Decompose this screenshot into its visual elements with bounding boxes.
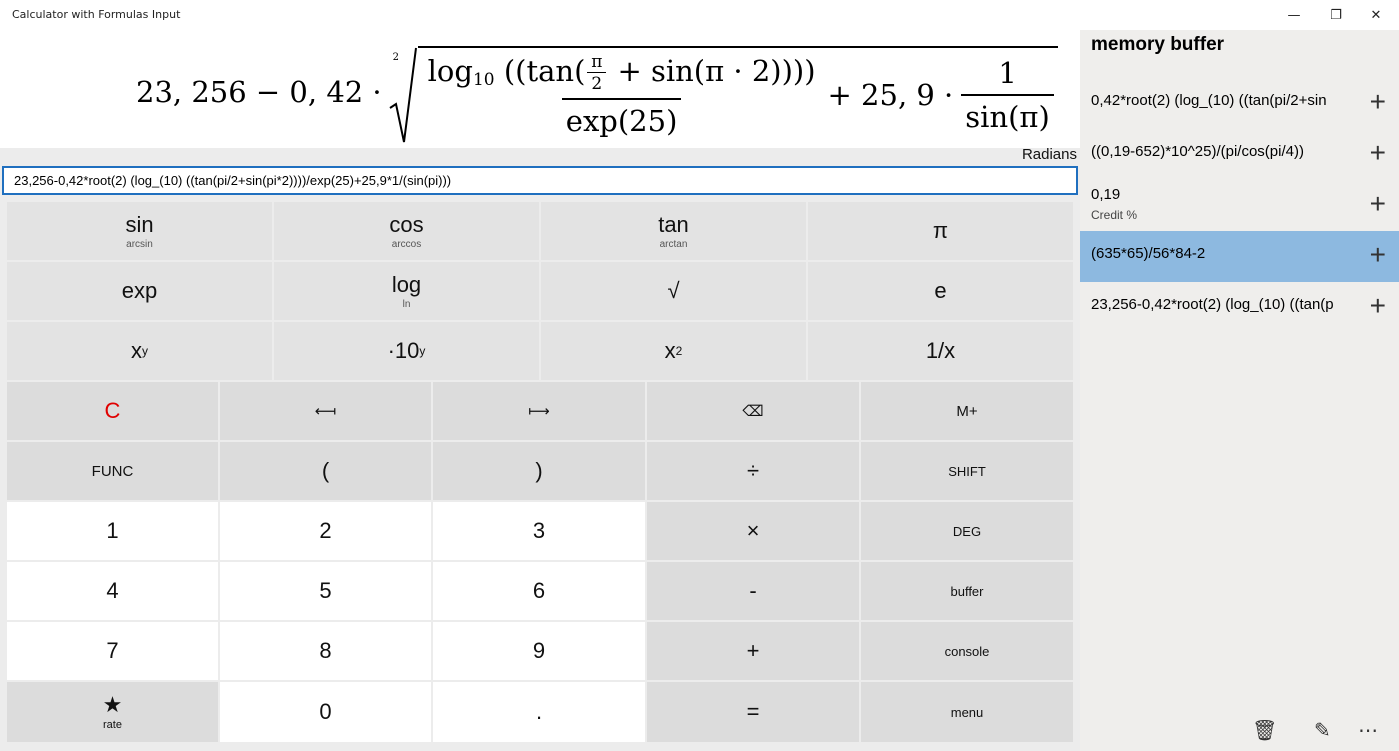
rate-button[interactable]: ★ rate xyxy=(7,682,218,742)
exp-button[interactable]: exp xyxy=(7,262,272,320)
digit-9-button[interactable]: 9 xyxy=(433,622,645,680)
radical-sign: 2 xyxy=(388,46,418,143)
left-paren-button[interactable]: ( xyxy=(220,442,431,500)
deg-button[interactable]: DEG xyxy=(861,502,1073,560)
memory-item[interactable]: 0,42*root(2) (log_(10) ((tan(pi/2+sin + xyxy=(1080,78,1399,129)
add-memory-icon[interactable]: + xyxy=(1370,88,1386,116)
menu-button[interactable]: menu xyxy=(861,682,1073,742)
star-icon: ★ xyxy=(102,692,123,717)
e-button[interactable]: e xyxy=(808,262,1073,320)
buffer-button[interactable]: buffer xyxy=(861,562,1073,620)
rendered-formula: 23, 256 − 0, 42 · 2 log10 ((tan(π 2 + sin… xyxy=(136,44,1058,143)
decimal-button[interactable]: . xyxy=(433,682,645,742)
tan-button[interactable]: tan arctan xyxy=(541,202,806,260)
add-memory-icon[interactable]: + xyxy=(1370,190,1386,218)
cursor-right-button[interactable]: ⟼ xyxy=(433,382,645,440)
log-fraction: log10 ((tan(π 2 + sin(π · 2)))) exp(25) xyxy=(427,52,816,138)
root-index: 2 xyxy=(392,52,400,63)
func-button[interactable]: FUNC xyxy=(7,442,218,500)
minimize-button[interactable]: — xyxy=(1271,0,1317,30)
memory-item[interactable]: 0,19 Credit % + xyxy=(1080,180,1399,231)
equals-button[interactable]: = xyxy=(647,682,859,742)
angle-mode-label: Radians xyxy=(1021,146,1077,163)
clear-button[interactable]: C xyxy=(7,382,218,440)
reciprocal-button[interactable]: 1/x xyxy=(808,322,1073,380)
memory-buffer-title: memory buffer xyxy=(1091,34,1225,55)
digit-8-button[interactable]: 8 xyxy=(220,622,431,680)
close-button[interactable]: ✕ xyxy=(1353,0,1399,30)
add-memory-icon[interactable]: + xyxy=(1370,139,1386,167)
plus-button[interactable]: + xyxy=(647,622,859,680)
cursor-left-button[interactable]: ⟻ xyxy=(220,382,431,440)
memory-plus-button[interactable]: M+ xyxy=(861,382,1073,440)
memory-item-label: Credit % xyxy=(1091,208,1138,222)
digit-5-button[interactable]: 5 xyxy=(220,562,431,620)
power-button[interactable]: xy xyxy=(7,322,272,380)
title-bar: Calculator with Formulas Input — ❐ ✕ xyxy=(0,0,1399,30)
pi-button[interactable]: π xyxy=(808,202,1073,260)
digit-7-button[interactable]: 7 xyxy=(7,622,218,680)
add-memory-icon[interactable]: + xyxy=(1370,292,1386,320)
memory-item[interactable]: 23,256-0,42*root(2) (log_(10) ((tan(p + xyxy=(1080,282,1399,333)
reciprocal-fraction: 1 sin(π) xyxy=(961,56,1054,134)
delete-icon[interactable]: 🗑 xyxy=(1252,718,1277,742)
sqrt-button[interactable]: √ xyxy=(541,262,806,320)
cos-button[interactable]: cos arccos xyxy=(274,202,539,260)
window-title: Calculator with Formulas Input xyxy=(12,8,181,21)
multiply-button[interactable]: × xyxy=(647,502,859,560)
divide-button[interactable]: ÷ xyxy=(647,442,859,500)
memory-item[interactable]: ((0,19-652)*10^25)/(pi/cos(pi/4)) + xyxy=(1080,129,1399,180)
log-button[interactable]: log ln xyxy=(274,262,539,320)
memory-buffer-panel: memory buffer 0,42*root(2) (log_(10) ((t… xyxy=(1080,30,1399,751)
add-memory-icon[interactable]: + xyxy=(1370,241,1386,269)
minus-button[interactable]: - xyxy=(647,562,859,620)
root-expression: 2 log10 ((tan(π 2 + sin(π · 2)))) exp(25)… xyxy=(388,46,1058,143)
edit-icon[interactable]: ✎ xyxy=(1314,718,1331,742)
more-icon[interactable]: ⋯ xyxy=(1358,718,1378,742)
console-button[interactable]: console xyxy=(861,622,1073,680)
square-button[interactable]: x2 xyxy=(541,322,806,380)
root-body: log10 ((tan(π 2 + sin(π · 2)))) exp(25) +… xyxy=(417,46,1058,138)
digit-3-button[interactable]: 3 xyxy=(433,502,645,560)
formula-display: 23, 256 − 0, 42 · 2 log10 ((tan(π 2 + sin… xyxy=(0,30,1080,148)
keypad: sin arcsin cos arccos tan arctan π exp log l… xyxy=(7,200,1073,745)
digit-2-button[interactable]: 2 xyxy=(220,502,431,560)
formula-prefix: 23, 256 − 0, 42 · xyxy=(136,75,382,109)
memory-item-selected[interactable]: (635*65)/56*84-2 + xyxy=(1080,231,1399,282)
digit-4-button[interactable]: 4 xyxy=(7,562,218,620)
backspace-button[interactable]: ⌫ xyxy=(647,382,859,440)
formula-input[interactable] xyxy=(2,166,1078,195)
shift-button[interactable]: SHIFT xyxy=(861,442,1073,500)
digit-1-button[interactable]: 1 xyxy=(7,502,218,560)
sin-button[interactable]: sin arcsin xyxy=(7,202,272,260)
digit-0-button[interactable]: 0 xyxy=(220,682,431,742)
right-paren-button[interactable]: ) xyxy=(433,442,645,500)
ten-power-button[interactable]: ·10 y xyxy=(274,322,539,380)
digit-6-button[interactable]: 6 xyxy=(433,562,645,620)
